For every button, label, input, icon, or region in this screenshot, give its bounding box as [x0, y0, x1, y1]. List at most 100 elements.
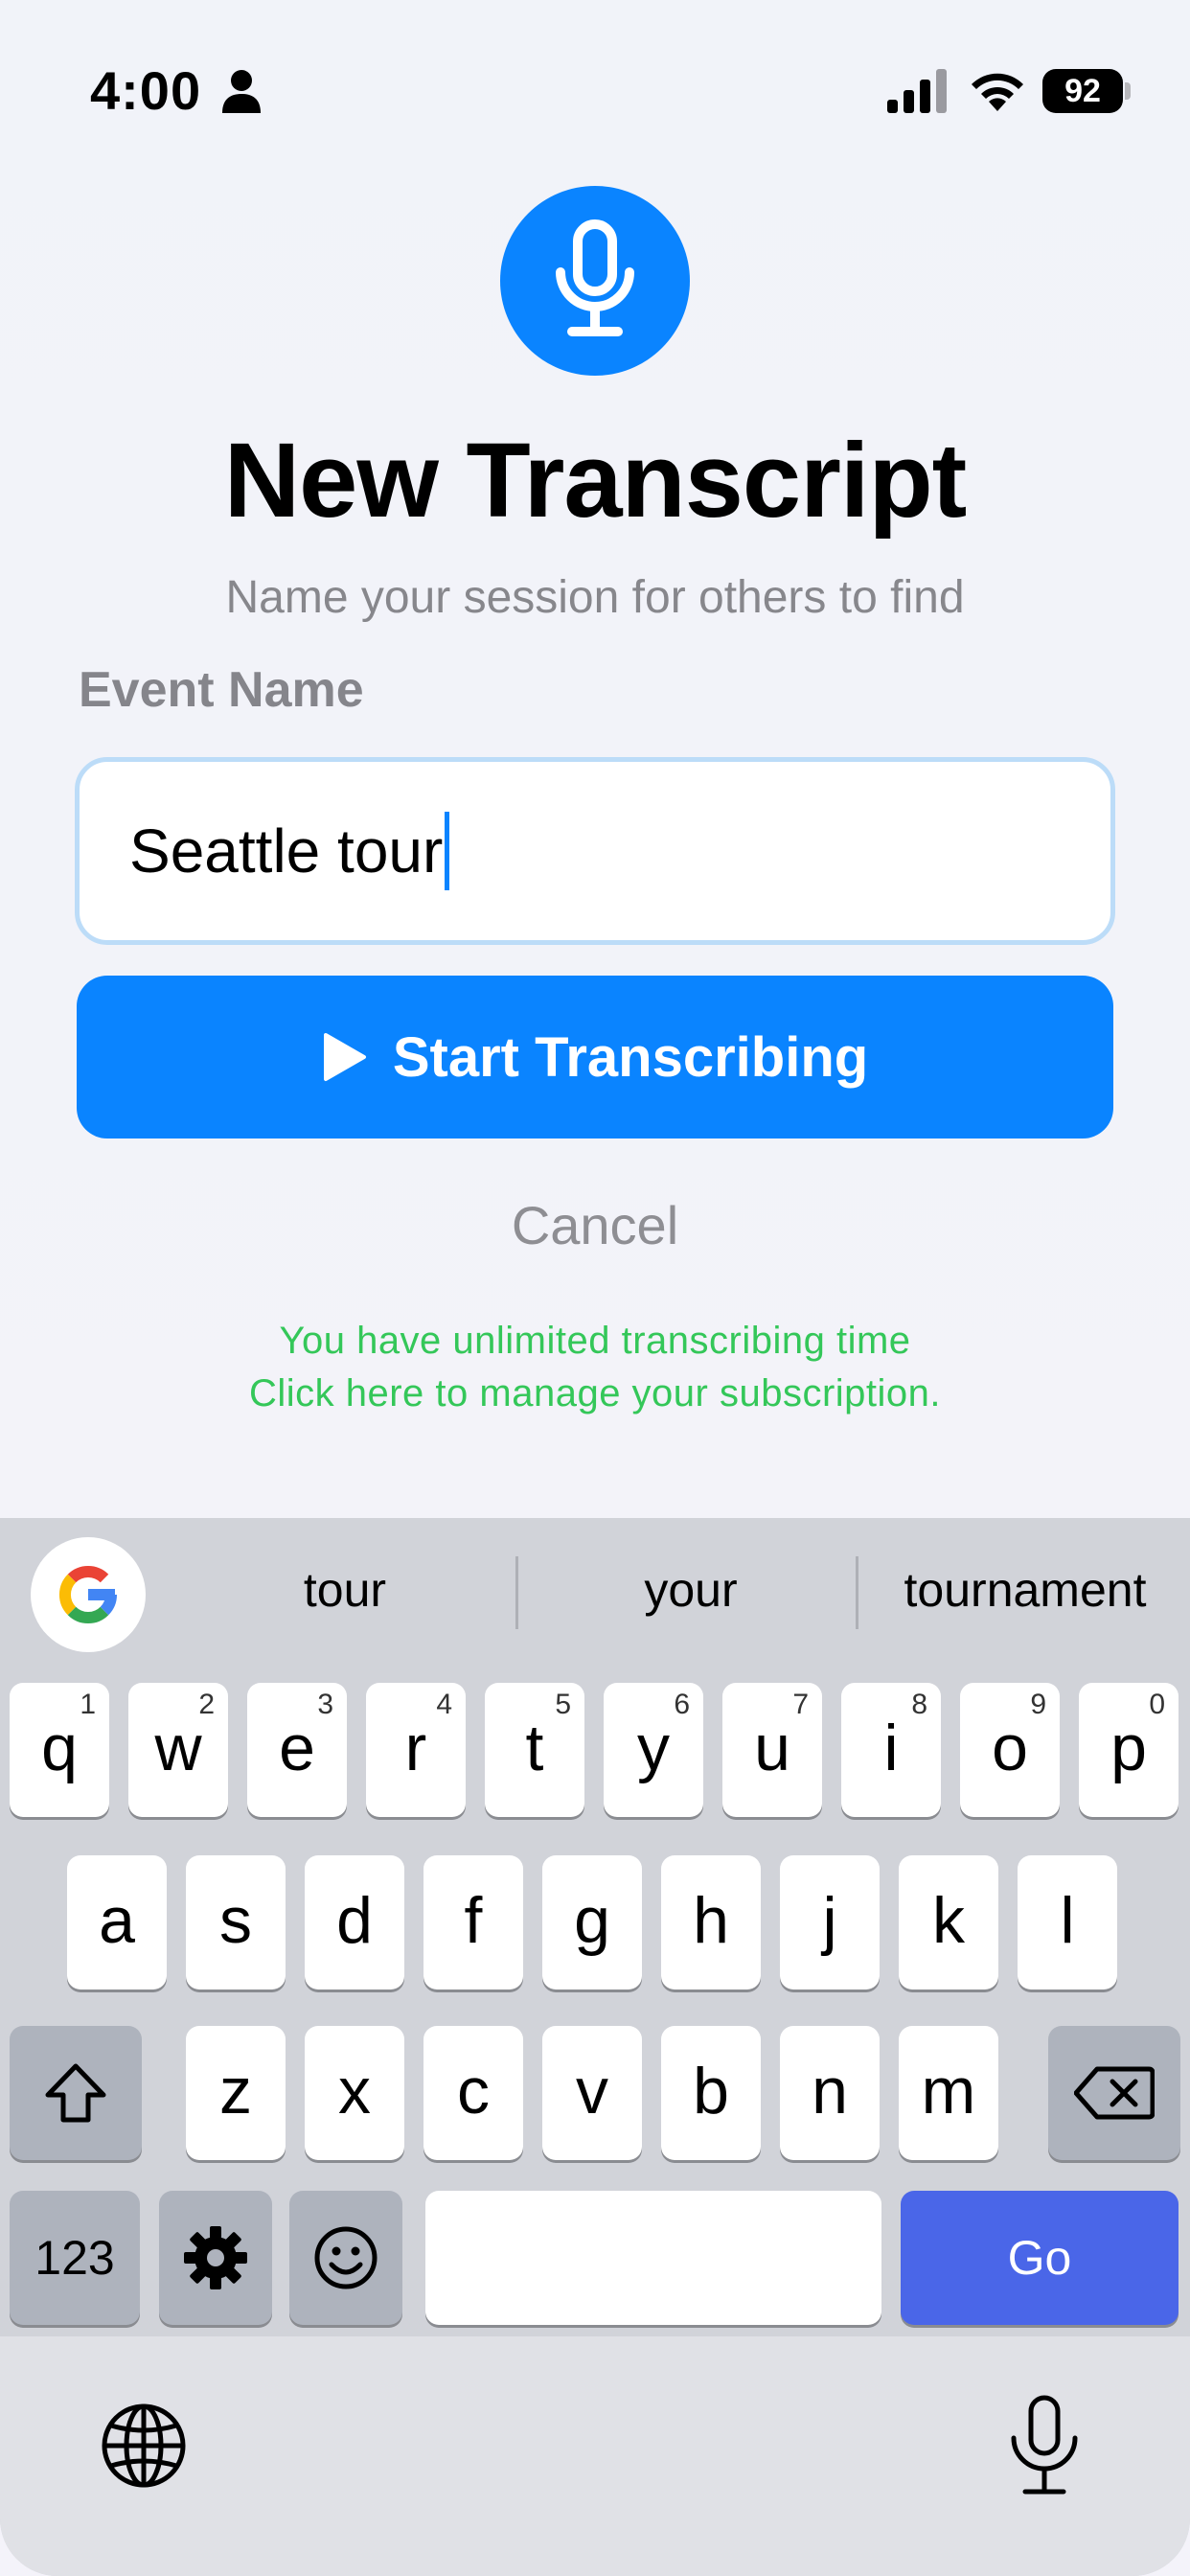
- key-q[interactable]: 1 q: [10, 1683, 109, 1817]
- key-letter: f: [464, 1884, 483, 1957]
- key-digit: 9: [1030, 1689, 1046, 1720]
- page-title: New Transcript: [223, 422, 968, 540]
- key-s[interactable]: s: [186, 1855, 286, 1990]
- battery-cap: [1125, 82, 1131, 100]
- wifi-icon: [972, 73, 1023, 111]
- key-letter: n: [812, 2055, 848, 2128]
- key-n[interactable]: n: [780, 2026, 880, 2160]
- event-name-value: Seattle tour: [129, 816, 444, 886]
- key-letter: q: [41, 1712, 78, 1784]
- key-h[interactable]: h: [661, 1855, 761, 1990]
- person-icon: [222, 70, 261, 113]
- key-m[interactable]: m: [899, 2026, 998, 2160]
- key-u[interactable]: 7 u: [722, 1683, 822, 1817]
- key-letter: e: [279, 1712, 315, 1784]
- dictation-mic-icon[interactable]: [1004, 2394, 1085, 2499]
- key-letter: a: [99, 1884, 135, 1957]
- key-c[interactable]: c: [423, 2026, 523, 2160]
- subscription-line-2: Click here to manage your subscription.: [248, 1372, 942, 1414]
- settings-key[interactable]: [159, 2191, 272, 2325]
- key-j[interactable]: j: [780, 1855, 880, 1990]
- key-b[interactable]: b: [661, 2026, 761, 2160]
- key-k[interactable]: k: [899, 1855, 998, 1990]
- key-x[interactable]: x: [305, 2026, 404, 2160]
- key-letter: j: [822, 1884, 837, 1957]
- key-a[interactable]: a: [67, 1855, 167, 1990]
- key-i[interactable]: 8 i: [841, 1683, 941, 1817]
- key-digit: 6: [674, 1689, 690, 1720]
- key-letter: c: [457, 2055, 490, 2128]
- shift-icon: [45, 2063, 106, 2123]
- key-letter: u: [754, 1712, 790, 1784]
- suggestion-1[interactable]: tour: [163, 1556, 527, 1623]
- key-digit: 7: [792, 1689, 809, 1720]
- key-letter: h: [693, 1884, 729, 1957]
- space-key[interactable]: [425, 2191, 881, 2325]
- key-l[interactable]: l: [1018, 1855, 1117, 1990]
- key-y[interactable]: 6 y: [604, 1683, 703, 1817]
- start-button-label: Start Transcribing: [392, 1025, 869, 1089]
- keyboard: tour your tournament 1 q 2 w 3 e 4 r 5 t…: [0, 1518, 1190, 2576]
- key-digit: 5: [555, 1689, 571, 1720]
- key-letter: y: [637, 1712, 670, 1784]
- key-v[interactable]: v: [542, 2026, 642, 2160]
- cancel-button[interactable]: Cancel: [0, 1194, 1190, 1256]
- key-letter: l: [1060, 1884, 1075, 1957]
- status-time: 4:00: [90, 60, 202, 121]
- key-letter: z: [219, 2055, 252, 2128]
- status-bar: 4:00 92: [0, 0, 1190, 182]
- suggestion-divider: [856, 1556, 858, 1629]
- key-letter: t: [525, 1712, 544, 1784]
- suggestion-3[interactable]: tournament: [867, 1556, 1183, 1623]
- emoji-key[interactable]: [289, 2191, 402, 2325]
- suggestion-divider: [515, 1556, 518, 1629]
- key-letter: k: [932, 1884, 965, 1957]
- key-letter: p: [1110, 1712, 1147, 1784]
- key-digit: 4: [436, 1689, 452, 1720]
- key-letter: v: [576, 2055, 608, 2128]
- key-d[interactable]: d: [305, 1855, 404, 1990]
- backspace-icon: [1074, 2066, 1155, 2120]
- key-letter: x: [338, 2055, 371, 2128]
- microphone-badge: [500, 186, 690, 376]
- key-g[interactable]: g: [542, 1855, 642, 1990]
- go-key[interactable]: Go: [901, 2191, 1179, 2325]
- key-letter: r: [404, 1712, 427, 1784]
- key-digit: 3: [317, 1689, 333, 1720]
- delete-key[interactable]: [1048, 2026, 1180, 2160]
- globe-icon[interactable]: [100, 2402, 188, 2490]
- key-digit: 0: [1149, 1689, 1165, 1720]
- google-icon: [58, 1565, 118, 1624]
- battery-level: 92: [1042, 69, 1123, 113]
- numbers-key[interactable]: 123: [10, 2191, 140, 2325]
- microphone-icon: [556, 219, 634, 336]
- key-letter: g: [574, 1884, 610, 1957]
- subscription-link[interactable]: You have unlimited transcribing time Cli…: [0, 1315, 1190, 1420]
- play-icon: [323, 1033, 366, 1081]
- key-f[interactable]: f: [423, 1855, 523, 1990]
- shift-key[interactable]: [10, 2026, 142, 2160]
- key-digit: 1: [80, 1689, 96, 1720]
- key-e[interactable]: 3 e: [247, 1683, 347, 1817]
- key-w[interactable]: 2 w: [128, 1683, 228, 1817]
- key-letter: d: [336, 1884, 373, 1957]
- key-o[interactable]: 9 o: [960, 1683, 1060, 1817]
- start-transcribing-button[interactable]: Start Transcribing: [77, 976, 1113, 1138]
- cellular-signal-icon: [887, 69, 947, 113]
- key-digit: 8: [911, 1689, 927, 1720]
- key-z[interactable]: z: [186, 2026, 286, 2160]
- google-button[interactable]: [31, 1537, 146, 1652]
- key-t[interactable]: 5 t: [485, 1683, 584, 1817]
- key-p[interactable]: 0 p: [1079, 1683, 1179, 1817]
- key-letter: o: [992, 1712, 1028, 1784]
- page-subtitle: Name your session for others to find: [225, 572, 965, 623]
- suggestion-2[interactable]: your: [527, 1556, 855, 1623]
- gear-icon: [184, 2226, 247, 2289]
- key-letter: m: [921, 2055, 976, 2128]
- key-letter: i: [883, 1712, 899, 1784]
- key-letter: s: [219, 1884, 252, 1957]
- event-name-input[interactable]: Seattle tour: [75, 757, 1115, 945]
- key-r[interactable]: 4 r: [366, 1683, 466, 1817]
- emoji-icon: [314, 2226, 378, 2289]
- key-letter: b: [693, 2055, 729, 2128]
